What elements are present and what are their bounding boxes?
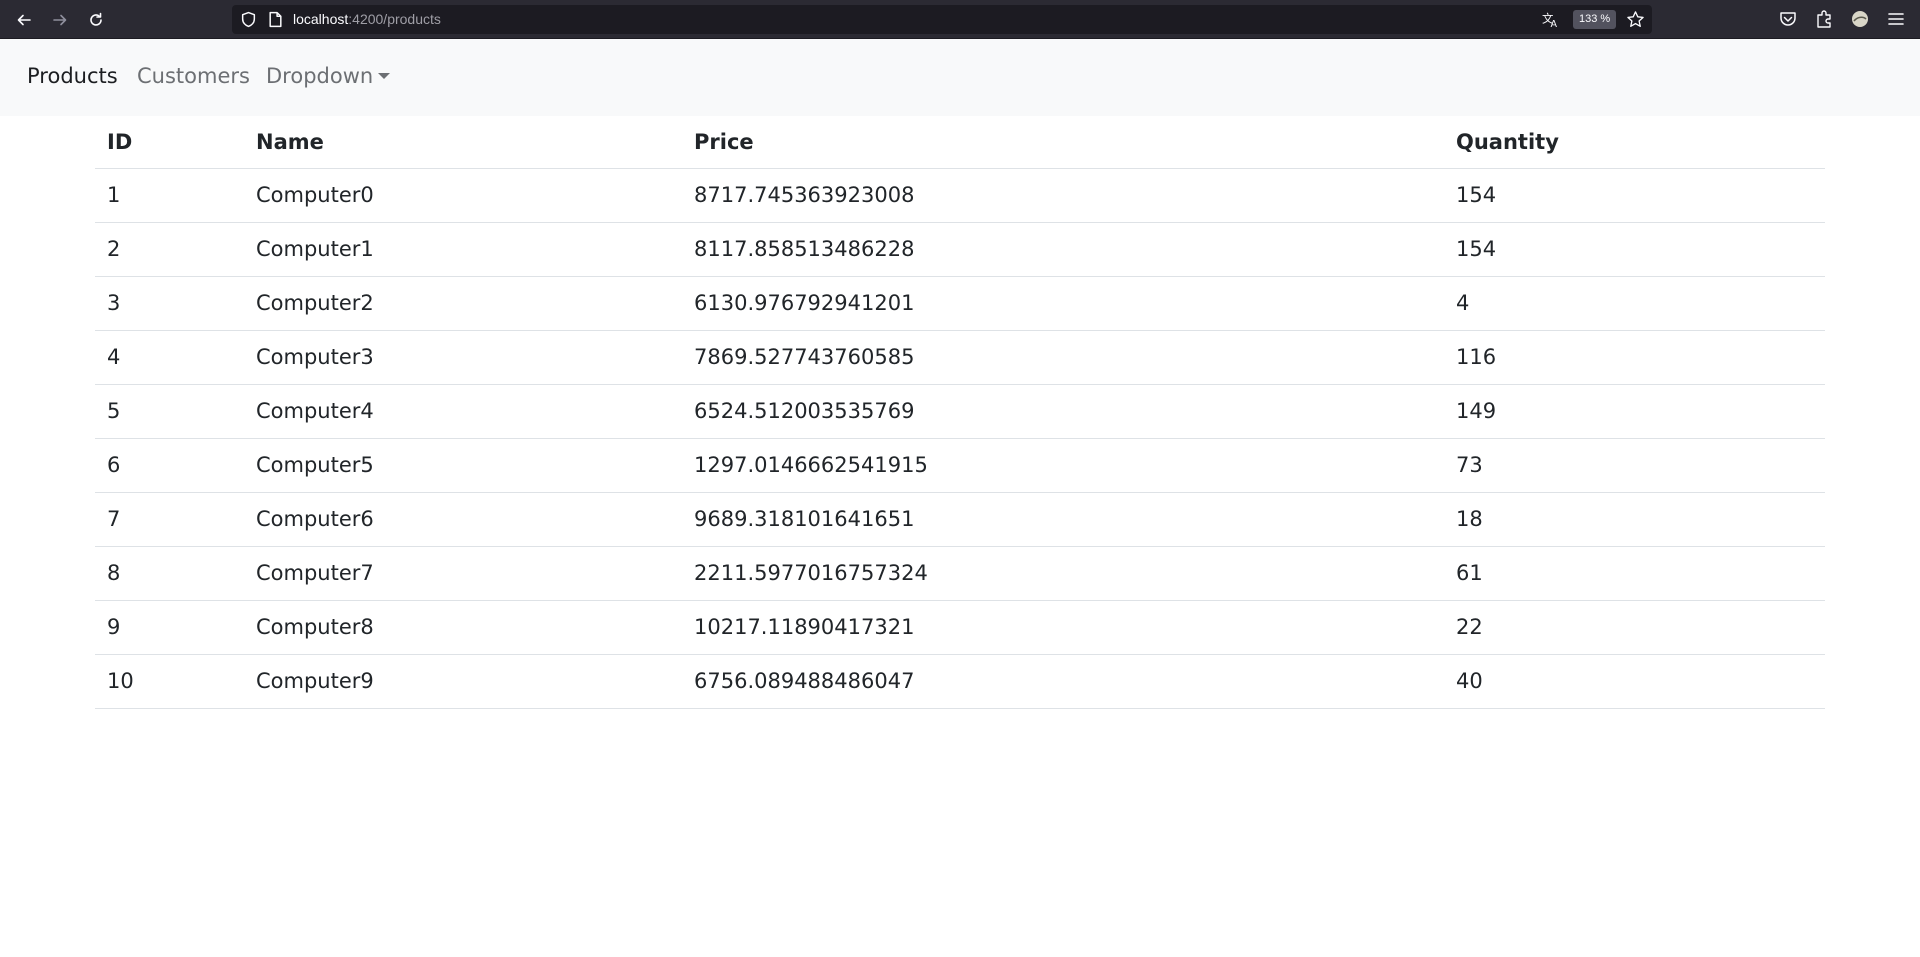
cell-price: 10217.11890417321	[682, 600, 1444, 655]
cell-price: 9689.318101641651	[682, 492, 1444, 547]
cell-quantity: 22	[1444, 600, 1825, 655]
menu-hamburger-icon[interactable]	[1886, 9, 1906, 29]
forward-button[interactable]	[47, 7, 73, 33]
table-header-row: ID Name Price Quantity	[95, 116, 1825, 169]
reload-icon	[90, 12, 102, 26]
cell-name: Computer3	[244, 330, 682, 385]
svg-text:A: A	[1551, 19, 1558, 29]
app-navbar: Products Customers Dropdown	[0, 39, 1920, 116]
cell-id: 2	[95, 222, 244, 277]
column-header-id: ID	[95, 116, 244, 169]
table-row: 4 Computer3 7869.527743760585 116	[95, 330, 1825, 385]
table-row: 2 Computer1 8117.858513486228 154	[95, 222, 1825, 277]
cell-id: 9	[95, 600, 244, 655]
nav-dropdown-toggle[interactable]: Dropdown	[266, 64, 391, 88]
back-button[interactable]	[11, 7, 37, 33]
cell-quantity: 154	[1444, 168, 1825, 223]
arrow-left-icon	[17, 14, 31, 26]
cell-name: Computer7	[244, 546, 682, 601]
cell-id: 7	[95, 492, 244, 547]
cell-price: 7869.527743760585	[682, 330, 1444, 385]
cell-price: 6130.976792941201	[682, 276, 1444, 331]
cell-price: 6524.512003535769	[682, 384, 1444, 439]
cell-price: 8717.745363923008	[682, 168, 1444, 223]
caret-down-icon	[378, 73, 391, 79]
table-row: 10 Computer9 6756.089488486047 40	[95, 654, 1825, 709]
page-icon[interactable]	[268, 11, 283, 28]
cell-id: 4	[95, 330, 244, 385]
cell-price: 6756.089488486047	[682, 654, 1444, 709]
table-row: 1 Computer0 8717.745363923008 154	[95, 168, 1825, 223]
cell-name: Computer0	[244, 168, 682, 223]
column-header-quantity: Quantity	[1444, 116, 1825, 169]
column-header-name: Name	[244, 116, 682, 169]
cell-quantity: 4	[1444, 276, 1825, 331]
table-body: 1 Computer0 8717.745363923008 154 2 Computer1…	[95, 168, 1825, 709]
pocket-icon[interactable]	[1778, 9, 1798, 29]
nav-dropdown-label: Dropdown	[266, 64, 374, 88]
url-path: :4200/products	[348, 11, 441, 27]
products-table-container: ID Name Price Quantity 1 Computer0 8717.74…	[95, 116, 1825, 709]
url-text[interactable]: localhost:4200/products	[293, 11, 441, 27]
nav-link-products[interactable]: Products	[27, 64, 118, 88]
cell-quantity: 40	[1444, 654, 1825, 709]
extensions-icon[interactable]	[1814, 9, 1834, 29]
cell-quantity: 73	[1444, 438, 1825, 493]
cell-name: Computer1	[244, 222, 682, 277]
cell-name: Computer8	[244, 600, 682, 655]
browser-toolbar: localhost:4200/products 文A 133 %	[0, 0, 1920, 39]
url-host: localhost	[293, 11, 349, 27]
bookmark-star-icon[interactable]	[1626, 10, 1645, 29]
cell-quantity: 149	[1444, 384, 1825, 439]
cell-price: 1297.0146662541915	[682, 438, 1444, 493]
cell-quantity: 18	[1444, 492, 1825, 547]
cell-id: 5	[95, 384, 244, 439]
cell-name: Computer6	[244, 492, 682, 547]
zoom-level-badge[interactable]: 133 %	[1573, 10, 1617, 29]
products-table: ID Name Price Quantity 1 Computer0 8717.74…	[95, 116, 1825, 709]
shield-icon[interactable]	[240, 11, 257, 28]
profile-avatar-icon[interactable]	[1850, 9, 1870, 29]
reload-button[interactable]	[83, 7, 109, 33]
table-row: 8 Computer7 2211.5977016757324 61	[95, 546, 1825, 601]
column-header-price: Price	[682, 116, 1444, 169]
cell-id: 8	[95, 546, 244, 601]
cell-name: Computer5	[244, 438, 682, 493]
cell-name: Computer4	[244, 384, 682, 439]
translate-icon[interactable]: 文A	[1541, 10, 1560, 29]
cell-name: Computer9	[244, 654, 682, 709]
url-bar[interactable]: localhost:4200/products 文A 133 %	[232, 5, 1652, 34]
table-row: 7 Computer6 9689.318101641651 18	[95, 492, 1825, 547]
table-row: 3 Computer2 6130.976792941201 4	[95, 276, 1825, 331]
cell-price: 8117.858513486228	[682, 222, 1444, 277]
cell-id: 1	[95, 168, 244, 223]
cell-price: 2211.5977016757324	[682, 546, 1444, 601]
table-row: 5 Computer4 6524.512003535769 149	[95, 384, 1825, 439]
nav-link-customers[interactable]: Customers	[137, 64, 250, 88]
table-row: 6 Computer5 1297.0146662541915 73	[95, 438, 1825, 493]
arrow-right-icon	[53, 14, 67, 26]
cell-quantity: 154	[1444, 222, 1825, 277]
cell-quantity: 61	[1444, 546, 1825, 601]
table-row: 9 Computer8 10217.11890417321 22	[95, 600, 1825, 655]
cell-id: 10	[95, 654, 244, 709]
cell-id: 6	[95, 438, 244, 493]
cell-id: 3	[95, 276, 244, 331]
cell-name: Computer2	[244, 276, 682, 331]
cell-quantity: 116	[1444, 330, 1825, 385]
